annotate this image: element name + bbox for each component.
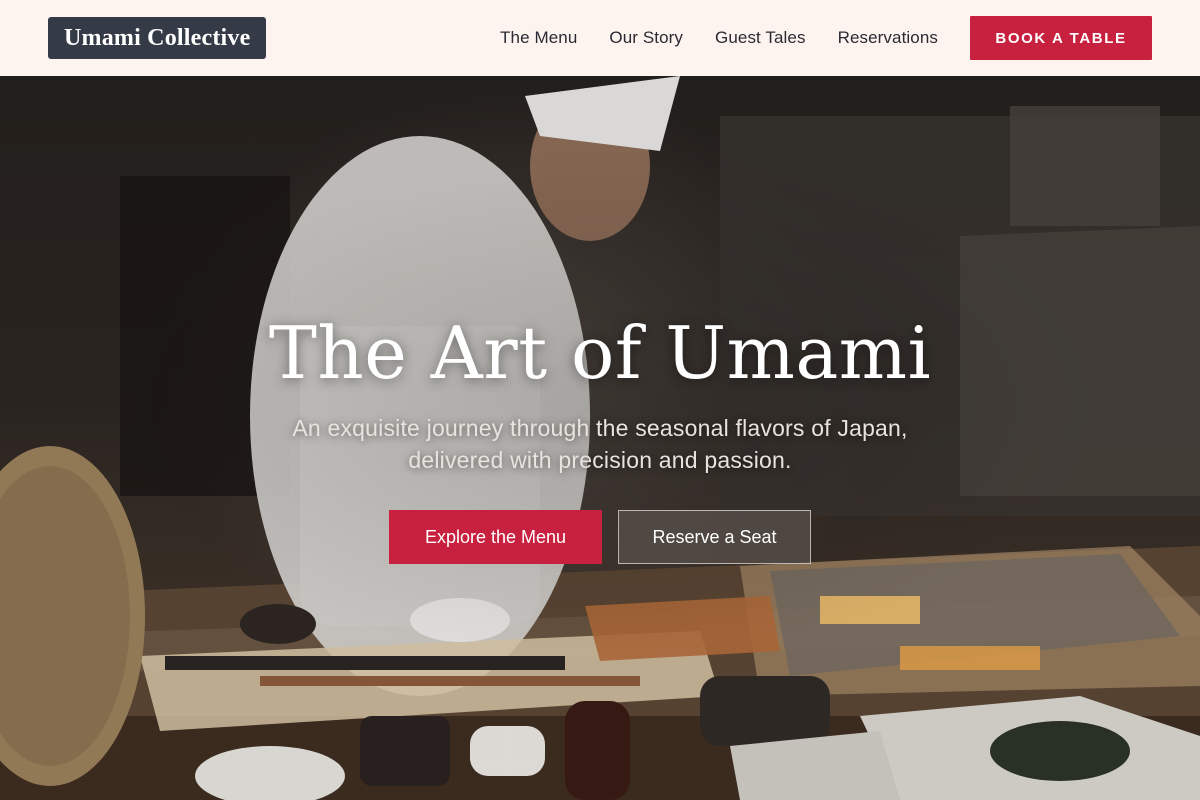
site-header: Umami Collective The Menu Our Story Gues…: [0, 0, 1200, 76]
nav-link-guest-tales[interactable]: Guest Tales: [715, 28, 806, 48]
main-nav: The Menu Our Story Guest Tales Reservati…: [500, 16, 1152, 60]
brand-logo[interactable]: Umami Collective: [48, 17, 267, 59]
book-table-button[interactable]: BOOK A TABLE: [970, 16, 1152, 60]
hero-section: The Art of Umami An exquisite journey th…: [0, 76, 1200, 800]
hero-subtitle: An exquisite journey through the seasona…: [292, 415, 908, 473]
hero-content: The Art of Umami An exquisite journey th…: [0, 308, 1200, 564]
nav-link-menu[interactable]: The Menu: [500, 28, 577, 48]
nav-link-our-story[interactable]: Our Story: [609, 28, 683, 48]
nav-link-reservations[interactable]: Reservations: [838, 28, 938, 48]
hero-buttons: Explore the Menu Reserve a Seat: [0, 510, 1200, 564]
hero-title: The Art of Umami: [268, 311, 932, 395]
explore-menu-button[interactable]: Explore the Menu: [389, 510, 602, 564]
reserve-seat-button[interactable]: Reserve a Seat: [618, 510, 811, 564]
